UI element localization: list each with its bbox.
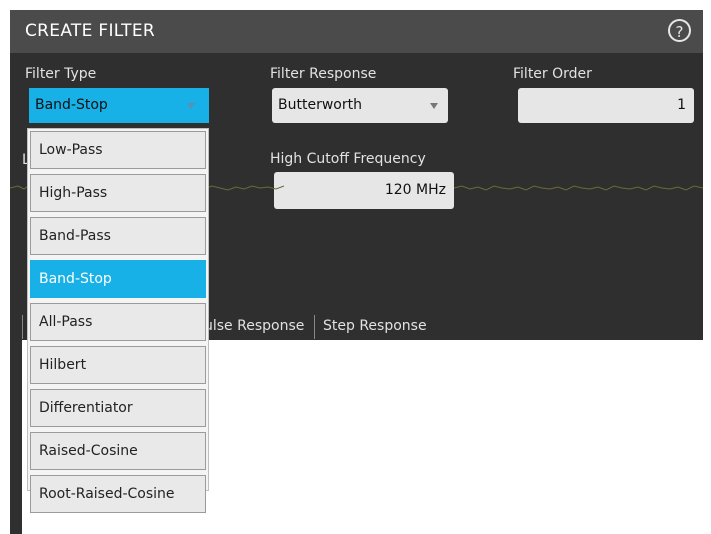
filter-type-value: Band-Stop xyxy=(35,97,108,113)
title-bar: CREATE FILTER ? xyxy=(10,10,703,53)
option-raised-cosine[interactable]: Raised-Cosine xyxy=(30,432,206,470)
option-label: High-Pass xyxy=(39,185,108,201)
filter-response-label: Filter Response xyxy=(270,66,377,82)
chevron-down-icon xyxy=(430,103,438,109)
filter-response-value: Butterworth xyxy=(278,97,362,113)
filter-type-dropdown[interactable]: Band-Stop xyxy=(29,88,209,123)
option-label: Root-Raised-Cosine xyxy=(39,486,175,502)
chevron-down-icon xyxy=(187,103,195,109)
option-label: Low-Pass xyxy=(39,142,103,158)
option-band-stop[interactable]: Band-Stop xyxy=(30,260,206,298)
option-band-pass[interactable]: Band-Pass xyxy=(30,217,206,255)
option-label: Band-Pass xyxy=(39,228,111,244)
option-root-raised-cosine[interactable]: Root-Raised-Cosine xyxy=(30,475,206,513)
tab-divider xyxy=(314,315,315,339)
screen: CREATE FILTER ? Filter Type Band-Stop Fi… xyxy=(0,0,711,534)
option-label: Hilbert xyxy=(39,357,87,373)
tab-divider xyxy=(22,315,23,339)
option-all-pass[interactable]: All-Pass xyxy=(30,303,206,341)
option-label: Band-Stop xyxy=(39,271,112,287)
tab-step-response[interactable]: Step Response xyxy=(323,318,427,334)
option-label: Raised-Cosine xyxy=(39,443,138,459)
filter-order-label: Filter Order xyxy=(513,66,592,82)
option-label: Differentiator xyxy=(39,400,133,416)
help-icon[interactable]: ? xyxy=(668,19,691,42)
high-cutoff-label: High Cutoff Frequency xyxy=(270,151,426,167)
option-differentiator[interactable]: Differentiator xyxy=(30,389,206,427)
left-margin xyxy=(0,44,10,534)
tab-impulse-response[interactable]: ulse Response xyxy=(204,318,304,334)
filter-order-input[interactable]: 1 xyxy=(518,88,694,123)
option-label: All-Pass xyxy=(39,314,93,330)
filter-response-dropdown[interactable]: Butterworth xyxy=(272,88,448,123)
option-hilbert[interactable]: Hilbert xyxy=(30,346,206,384)
option-high-pass[interactable]: High-Pass xyxy=(30,174,206,212)
filter-type-label: Filter Type xyxy=(25,66,97,82)
panel-title: CREATE FILTER xyxy=(25,21,156,41)
filter-order-value: 1 xyxy=(677,97,686,113)
filter-type-menu: Low-Pass High-Pass Band-Pass Band-Stop A… xyxy=(27,128,209,513)
option-low-pass[interactable]: Low-Pass xyxy=(30,131,206,169)
